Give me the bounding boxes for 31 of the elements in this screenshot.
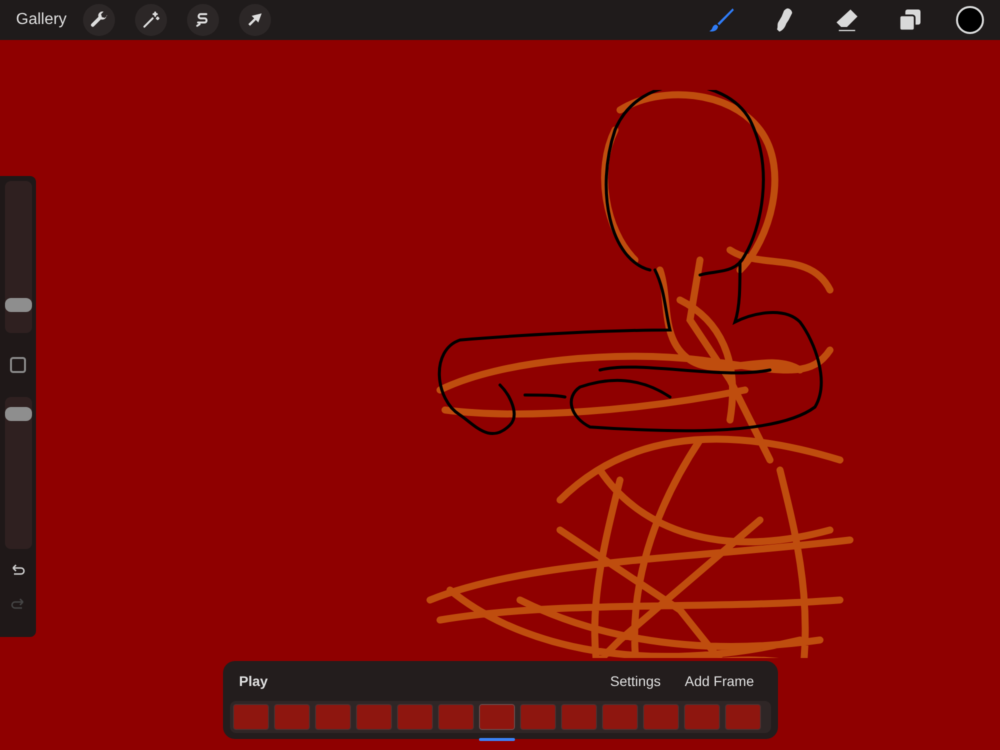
frame-thumbnail[interactable] xyxy=(479,704,515,730)
frame-thumbnail[interactable] xyxy=(438,704,474,730)
frame-thumbnail[interactable] xyxy=(397,704,433,730)
frame-thumbnail[interactable] xyxy=(602,704,638,730)
color-swatch[interactable] xyxy=(956,6,984,34)
frame-thumbnail[interactable] xyxy=(520,704,556,730)
frame-thumbnail[interactable] xyxy=(684,704,720,730)
frame-thumbnail[interactable] xyxy=(356,704,392,730)
frame-thumbnail[interactable] xyxy=(561,704,597,730)
add-frame-button[interactable]: Add Frame xyxy=(684,671,754,691)
play-button[interactable]: Play xyxy=(239,671,268,691)
frame-thumbnail[interactable] xyxy=(233,704,269,730)
opacity-slider[interactable] xyxy=(4,397,32,549)
modify-square-button[interactable] xyxy=(10,357,26,373)
wrench-icon xyxy=(88,10,109,30)
brush-size-slider[interactable] xyxy=(4,181,32,333)
settings-button[interactable]: Settings xyxy=(610,671,661,691)
frame-thumbnail[interactable] xyxy=(315,704,351,730)
toolbar-button[interactable] xyxy=(238,4,271,36)
gallery-button[interactable]: Gallery xyxy=(16,8,67,32)
toolbar-button[interactable] xyxy=(186,4,219,36)
magic-wand-icon xyxy=(140,10,161,30)
frame-thumbnail[interactable] xyxy=(274,704,310,730)
toolbar-button[interactable] xyxy=(82,4,115,36)
frame-thumbnail[interactable] xyxy=(643,704,679,730)
frame-thumbnail[interactable] xyxy=(725,704,761,730)
toolbar-button[interactable] xyxy=(134,4,167,36)
slider-thumb[interactable] xyxy=(4,406,32,421)
selected-frame-indicator xyxy=(479,738,515,741)
slider-thumb[interactable] xyxy=(4,298,32,312)
brush-icon xyxy=(707,6,735,34)
